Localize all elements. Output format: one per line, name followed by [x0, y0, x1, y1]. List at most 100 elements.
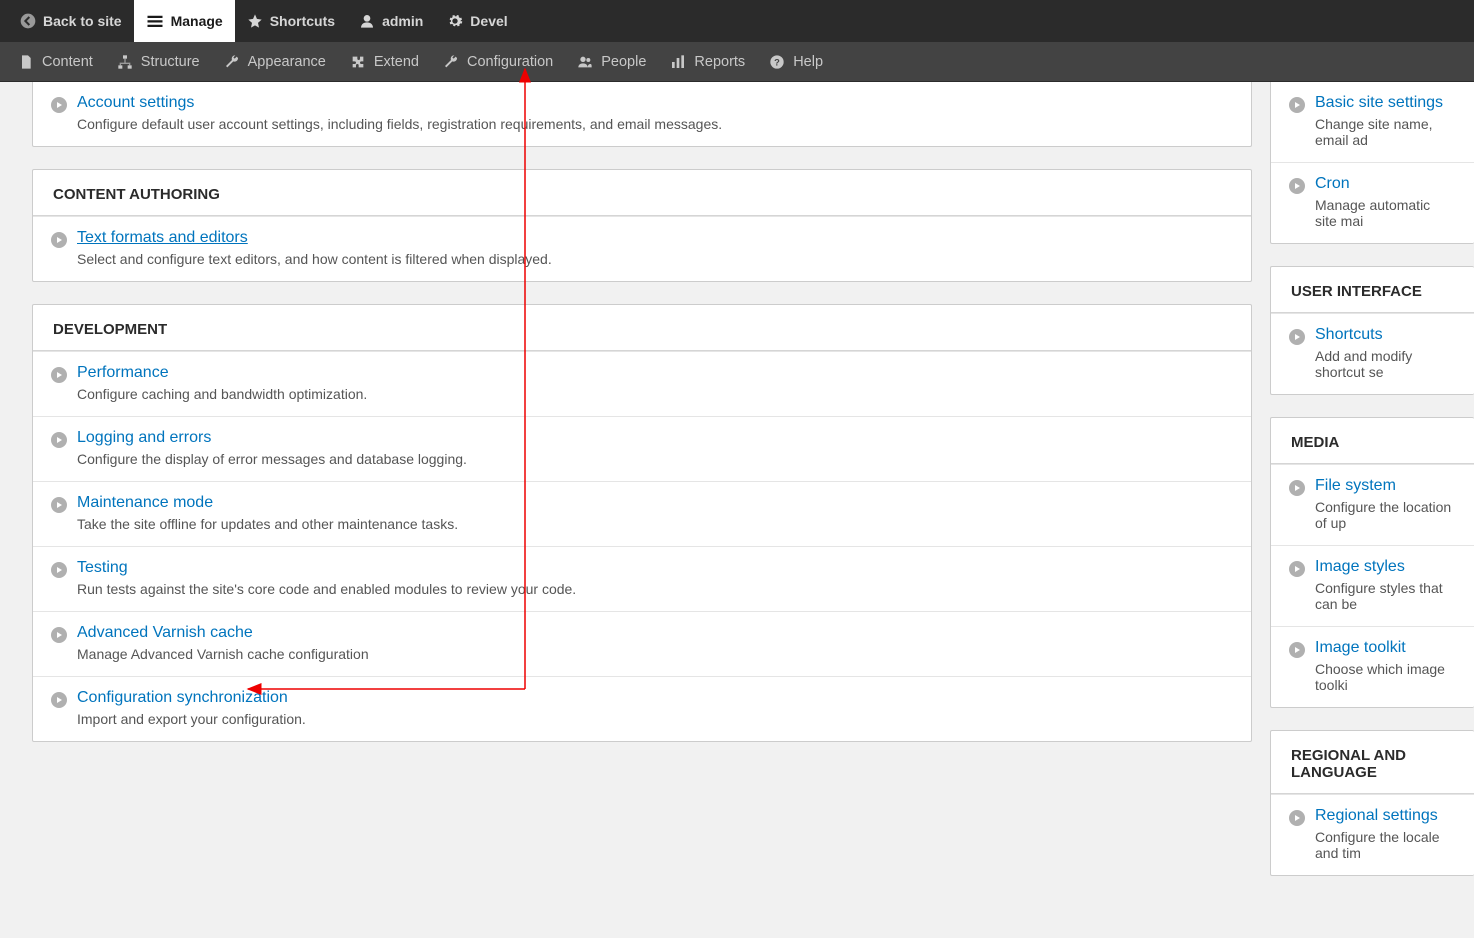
- shortcuts-label: Shortcuts: [270, 13, 335, 29]
- item-description: Configure the location of up: [1315, 499, 1454, 531]
- chevron-right-icon: [51, 627, 67, 643]
- chevron-right-icon: [51, 367, 67, 383]
- chevron-right-icon: [51, 97, 67, 113]
- chevron-right-icon: [1289, 480, 1305, 496]
- hamburger-icon: [146, 12, 164, 30]
- bar-chart-icon: [670, 54, 686, 70]
- nav-reports-label: Reports: [694, 54, 745, 70]
- star-icon: [247, 13, 263, 29]
- gear-icon: [447, 13, 463, 29]
- chevron-right-icon: [1289, 810, 1305, 826]
- link-config-sync[interactable]: Configuration synchronization: [77, 689, 288, 706]
- panel-item: Performance Configure caching and bandwi…: [33, 351, 1251, 416]
- panel-item: Account settings Configure default user …: [33, 82, 1251, 146]
- panel-item: File system Configure the location of up: [1271, 464, 1474, 545]
- item-description: Configure the display of error messages …: [77, 451, 1231, 467]
- chevron-right-icon: [1289, 329, 1305, 345]
- panel-title: DEVELOPMENT: [33, 305, 1251, 351]
- item-description: Configure caching and bandwidth optimiza…: [77, 386, 1231, 402]
- item-description: Manage Advanced Varnish cache configurat…: [77, 646, 1231, 662]
- link-advanced-varnish-cache[interactable]: Advanced Varnish cache: [77, 624, 253, 641]
- panel-title: CONTENT AUTHORING: [33, 170, 1251, 216]
- item-description: Import and export your configuration.: [77, 711, 1231, 727]
- nav-reports[interactable]: Reports: [658, 42, 757, 82]
- nav-people-label: People: [601, 54, 646, 70]
- back-arrow-icon: [20, 13, 36, 29]
- link-image-styles[interactable]: Image styles: [1315, 558, 1405, 575]
- panel-title: USER INTERFACE: [1271, 267, 1474, 313]
- back-to-site-label: Back to site: [43, 13, 122, 29]
- link-logging-errors[interactable]: Logging and errors: [77, 429, 211, 446]
- item-description: Add and modify shortcut se: [1315, 348, 1454, 380]
- nav-people[interactable]: People: [565, 42, 658, 82]
- link-basic-site-settings[interactable]: Basic site settings: [1315, 94, 1443, 111]
- hierarchy-icon: [117, 54, 133, 70]
- panel-media: MEDIA File system Configure the location…: [1270, 417, 1474, 708]
- nav-extend-label: Extend: [374, 54, 419, 70]
- panel-item: Image styles Configure styles that can b…: [1271, 545, 1474, 626]
- panel-people: Account settings Configure default user …: [32, 82, 1252, 147]
- item-description: Configure default user account settings,…: [77, 116, 1231, 132]
- nav-help[interactable]: ? Help: [757, 42, 835, 82]
- user-label: admin: [382, 13, 423, 29]
- nav-appearance[interactable]: Appearance: [212, 42, 338, 82]
- nav-configuration-label: Configuration: [467, 54, 553, 70]
- puzzle-icon: [350, 54, 366, 70]
- panel-item: Shortcuts Add and modify shortcut se: [1271, 313, 1474, 394]
- nav-extend[interactable]: Extend: [338, 42, 431, 82]
- chevron-right-icon: [51, 562, 67, 578]
- nav-configuration[interactable]: Configuration: [431, 42, 565, 82]
- nav-content-label: Content: [42, 54, 93, 70]
- link-testing[interactable]: Testing: [77, 559, 128, 576]
- shortcuts-button[interactable]: Shortcuts: [235, 0, 347, 42]
- nav-help-label: Help: [793, 54, 823, 70]
- nav-content[interactable]: Content: [6, 42, 105, 82]
- item-description: Manage automatic site mai: [1315, 197, 1454, 229]
- item-description: Select and configure text editors, and h…: [77, 251, 1231, 267]
- link-account-settings[interactable]: Account settings: [77, 94, 194, 111]
- user-icon: [359, 13, 375, 29]
- panel-item: Advanced Varnish cache Manage Advanced V…: [33, 611, 1251, 676]
- nav-structure[interactable]: Structure: [105, 42, 212, 82]
- panel-item: Cron Manage automatic site mai: [1271, 162, 1474, 243]
- item-description: Run tests against the site's core code a…: [77, 581, 1231, 597]
- link-cron[interactable]: Cron: [1315, 175, 1350, 192]
- item-description: Choose which image toolki: [1315, 661, 1454, 693]
- link-file-system[interactable]: File system: [1315, 477, 1396, 494]
- wrench-icon: [224, 54, 240, 70]
- chevron-right-icon: [51, 232, 67, 248]
- back-to-site-button[interactable]: Back to site: [8, 0, 134, 42]
- devel-button[interactable]: Devel: [435, 0, 519, 42]
- link-regional-settings[interactable]: Regional settings: [1315, 807, 1438, 824]
- link-image-toolkit[interactable]: Image toolkit: [1315, 639, 1406, 656]
- panel-user-interface: USER INTERFACE Shortcuts Add and modify …: [1270, 266, 1474, 395]
- chevron-right-icon: [1289, 561, 1305, 577]
- panel-regional-language: REGIONAL AND LANGUAGE Regional settings …: [1270, 730, 1474, 876]
- wrench-gear-icon: [443, 54, 459, 70]
- panel-content-authoring: CONTENT AUTHORING Text formats and edito…: [32, 169, 1252, 282]
- nav-appearance-label: Appearance: [248, 54, 326, 70]
- link-maintenance-mode[interactable]: Maintenance mode: [77, 494, 213, 511]
- panel-item: Logging and errors Configure the display…: [33, 416, 1251, 481]
- chevron-right-icon: [1289, 642, 1305, 658]
- panel-item: Maintenance mode Take the site offline f…: [33, 481, 1251, 546]
- chevron-right-icon: [1289, 97, 1305, 113]
- user-menu-button[interactable]: admin: [347, 0, 435, 42]
- panel-system: Basic site settings Change site name, em…: [1270, 82, 1474, 244]
- svg-text:?: ?: [774, 57, 780, 67]
- panel-item: Basic site settings Change site name, em…: [1271, 82, 1474, 162]
- panel-title: REGIONAL AND LANGUAGE: [1271, 731, 1474, 794]
- manage-toggle[interactable]: Manage: [134, 0, 235, 42]
- link-performance[interactable]: Performance: [77, 364, 169, 381]
- item-description: Configure the locale and tim: [1315, 829, 1454, 861]
- panel-item: Configuration synchronization Import and…: [33, 676, 1251, 741]
- panel-item: Image toolkit Choose which image toolki: [1271, 626, 1474, 707]
- panel-item: Testing Run tests against the site's cor…: [33, 546, 1251, 611]
- link-shortcuts[interactable]: Shortcuts: [1315, 326, 1383, 343]
- toolbar-top: Back to site Manage Shortcuts admin Deve…: [0, 0, 1474, 42]
- chevron-right-icon: [51, 432, 67, 448]
- link-text-formats[interactable]: Text formats and editors: [77, 229, 248, 246]
- help-icon: ?: [769, 54, 785, 70]
- document-icon: [18, 54, 34, 70]
- chevron-right-icon: [1289, 178, 1305, 194]
